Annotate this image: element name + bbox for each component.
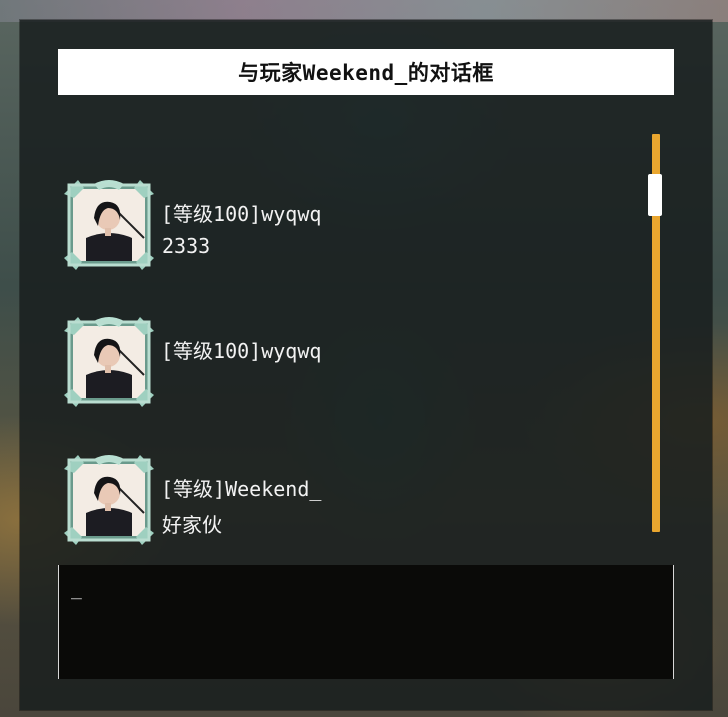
message-text: 2333 xyxy=(162,234,211,258)
message-item: [等级100]wyqwq xyxy=(64,315,624,415)
message-item: [等级100]wyqwq 2333 xyxy=(64,178,624,278)
scrollbar-track[interactable] xyxy=(648,134,662,532)
chat-dialog: 与玩家Weekend_的对话框 [等级100]wyqwq 2333 [等级100… xyxy=(20,20,712,710)
message-sender: [等级100]wyqwq xyxy=(161,202,322,226)
scrollbar-thumb[interactable] xyxy=(648,174,662,216)
dialog-title-text: 与玩家Weekend_的对话框 xyxy=(238,61,494,85)
message-sender: [等级]Weekend_ xyxy=(161,477,322,501)
dialog-title: 与玩家Weekend_的对话框 xyxy=(58,49,674,95)
chat-input-field[interactable]: _ xyxy=(58,565,674,679)
player-avatar-icon[interactable] xyxy=(64,453,154,545)
input-text: _ xyxy=(71,579,82,600)
message-text: 好家伙 xyxy=(162,513,222,537)
message-sender: [等级100]wyqwq xyxy=(161,339,322,363)
message-item: [等级]Weekend_ 好家伙 xyxy=(64,453,624,553)
message-list: [等级100]wyqwq 2333 [等级100]wyqwq [等级]Weeke… xyxy=(64,170,624,550)
player-avatar-icon[interactable] xyxy=(64,178,154,270)
player-avatar-icon[interactable] xyxy=(64,315,154,407)
